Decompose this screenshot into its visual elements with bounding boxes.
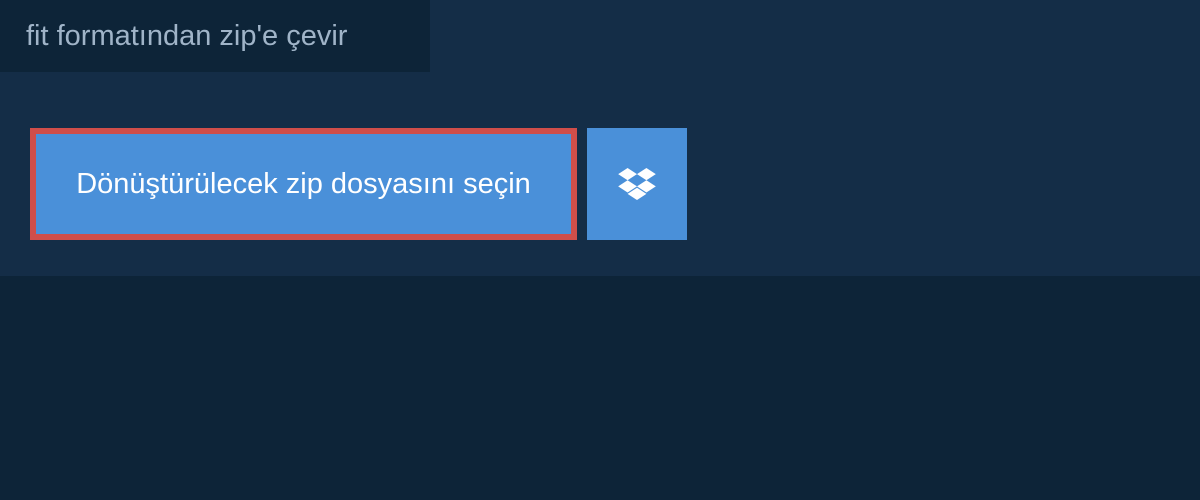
converter-panel: fit formatından zip'e çevir Dönüştürülec… xyxy=(0,0,1200,276)
dropbox-button[interactable] xyxy=(587,128,687,240)
button-row: Dönüştürülecek zip dosyasını seçin xyxy=(30,128,687,240)
conversion-tab[interactable]: fit formatından zip'e çevir xyxy=(0,0,430,72)
select-file-button-label: Dönüştürülecek zip dosyasını seçin xyxy=(76,168,531,201)
tab-label: fit formatından zip'e çevir xyxy=(26,20,347,53)
dropbox-icon xyxy=(618,168,656,200)
select-file-button[interactable]: Dönüştürülecek zip dosyasını seçin xyxy=(30,128,577,240)
